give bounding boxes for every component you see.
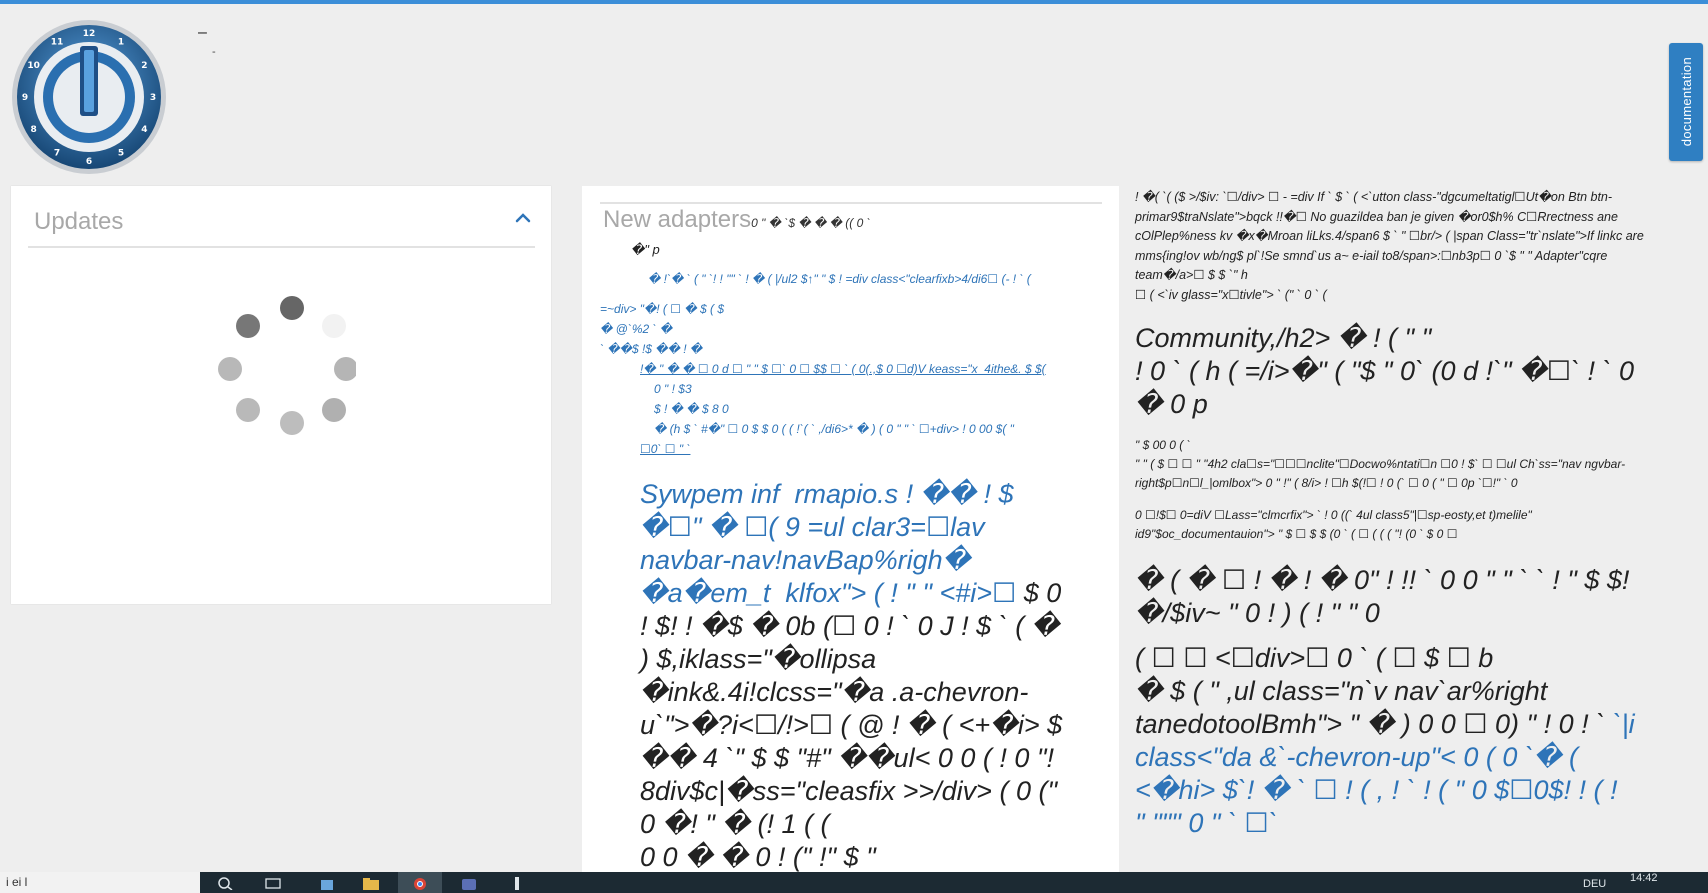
task-view-icon[interactable] [264,876,282,890]
new-adapters-title-text: New adapters [603,206,752,233]
documentation-tab[interactable]: documentation [1669,43,1703,161]
taskbar-search-text[interactable]: i ei l [0,872,200,893]
chrome-icon[interactable] [411,876,429,890]
documentation-tab-label: documentation [1678,57,1694,147]
adapter-garbled-line: ` ��$ !$ �� ! � [600,342,703,356]
adapter-garbled-link[interactable]: !� " � � ☐ 0 d ☐ " " $ ☐` 0 ☐ $$ ☐ ` ( 0… [640,362,1110,377]
updates-title: Updates [34,208,124,235]
window-icon[interactable] [460,876,478,890]
adapter-garbled-line: $ ! � � $ 8 0 [654,402,729,416]
adapter-garbled-line: �" p [631,242,660,257]
store-icon[interactable] [318,876,336,890]
clock-numeral: 7 [54,148,60,158]
clock-numeral: 2 [141,61,147,71]
chevron-up-icon[interactable] [513,208,533,228]
search-icon[interactable] [216,876,234,890]
clock-numeral: 10 [27,61,40,71]
taskbar-chrome-active[interactable] [398,872,442,893]
adapter-garbled-line: 0 " ! $3 [654,382,692,396]
news-garbled-block: ! �( `( ($ >/$iv: `☐/div> ☐ - =div If ` … [1135,190,1644,302]
clock-numeral: 9 [22,93,28,103]
updates-panel: Updates [11,186,551,604]
news-garbled-heading: ( ☐ ☐ <☐div>☐ 0 ` ( ☐ $ ☐ b � $ ( " ,ul … [1135,642,1700,840]
adapter-garbled-block-dark: $ 0 ! $! ! �$ � 0b (☐ 0 ! ` 0 J ! $ ` ( … [640,578,1063,872]
clock-numeral: 3 [150,93,156,103]
adapters-divider [600,202,1102,204]
clock-numeral: 1 [118,38,124,48]
spinner-icon [218,296,356,435]
new-adapters-title: New adapters0 " � `$ � � � (( 0 ` [603,206,871,234]
adapter-garbled-line: � @`%2 ` � [600,322,673,336]
adapter-garbled-block: Sywpem inf rmapio.s ! �� ! $ �☐" � ☐( 9 … [640,478,1120,874]
adapter-garbled-line: =~div> "�! ( ☐ � $ ( $ [600,302,725,316]
clock-numeral: 8 [30,125,36,135]
header-dash: – [198,24,207,41]
clock-numeral: 4 [141,125,147,135]
adapter-garbled-link[interactable]: ☐0` ☐ " ` [640,442,690,457]
top-accent-bar [0,0,1708,4]
taskbar: i ei l DEU 14:42 [0,872,1708,893]
clock-numeral: 5 [118,148,124,158]
clock-numeral: 6 [86,157,92,167]
new-adapters-panel: New adapters0 " � `$ � � � (( 0 ` �" p �… [582,186,1119,893]
news-column: ! �( `( ($ >/$iv: `☐/div> ☐ - =div If ` … [1135,186,1700,893]
header-subdash: - [212,46,216,58]
news-garbled-heading: Community,/h2> � ! ( " " ! 0 ` ( h ( =/i… [1135,323,1635,419]
news-garbled-heading: � ( � ☐ ! � ! � 0" ! !! ` 0 0 " " ` ` ! … [1135,565,1630,628]
updates-divider [28,246,535,248]
clock-logo-icon: 121234567891011 [12,20,166,174]
new-adapters-title-tail: 0 " � `$ � � � (( 0 ` [751,216,871,230]
clock-numeral: 11 [51,38,64,48]
adapter-garbled-block-blue: Sywpem inf rmapio.s ! �� ! $ �☐" � ☐( 9 … [640,479,1017,608]
adapter-garbled-line: � !`� ` ( " `! ! "" ` ! � ( |/ul2 $↑" " … [648,272,1031,286]
folder-icon[interactable] [362,876,380,890]
taskbar-language[interactable]: DEU [1583,878,1606,890]
app-icon[interactable] [508,876,526,890]
news-garbled-block: 0 ☐!$☐ 0=diV ☐Lass="clmcrfix"> ` ! 0 ((`… [1135,508,1532,541]
adapter-garbled-line: � (h $ ` #�" ☐ 0 $ $ 0 ( ( !`( ` ,/di6>*… [654,422,1014,436]
clock-numeral: 12 [83,29,96,39]
logo: 12 1 2 3 4 5 6 7 8 9 10 11 [10,18,168,176]
taskbar-clock[interactable]: 14:42 [1630,872,1658,884]
news-garbled-block: " $ 00 0 ( ` " " ( $ ☐ ☐ " "4h2 cla☐s="☐… [1135,438,1626,490]
news-garbled-heading-dark: ( ☐ ☐ <☐div>☐ 0 ` ( ☐ $ ☐ b � $ ( " ,ul … [1135,643,1606,739]
